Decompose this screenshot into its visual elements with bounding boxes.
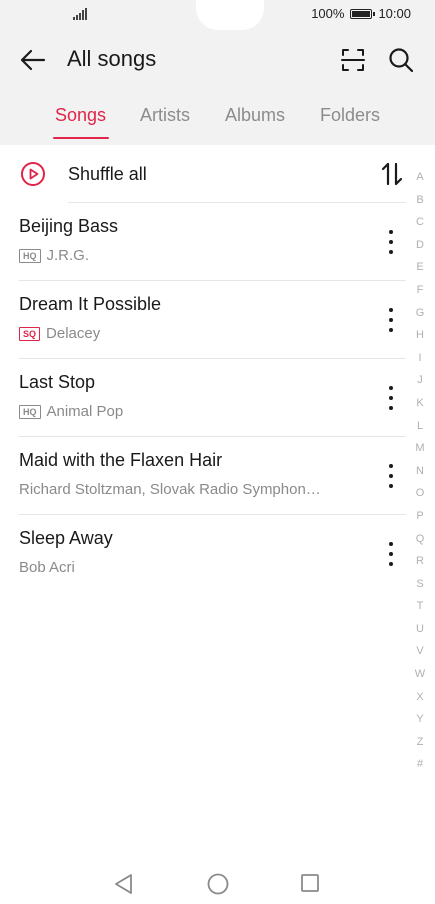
alphabet-index-letter[interactable]: O xyxy=(410,482,430,505)
alphabet-index-letter[interactable]: A xyxy=(410,166,430,189)
more-options-icon[interactable] xyxy=(382,227,400,257)
battery-percent: 100% xyxy=(311,6,345,21)
system-nav-bar xyxy=(0,858,435,904)
alphabet-index-letter[interactable]: Y xyxy=(410,708,430,731)
song-row[interactable]: Last Stop HQ Animal Pop xyxy=(0,359,410,436)
song-row[interactable]: Maid with the Flaxen Hair Richard Stoltz… xyxy=(0,437,410,514)
alphabet-index-letter[interactable]: P xyxy=(410,505,430,528)
app-bar: All songs Songs Artists Albums Folders xyxy=(0,30,435,145)
song-artist: Bob Acri xyxy=(19,559,75,576)
quality-badge: HQ xyxy=(19,248,41,263)
nav-home-icon[interactable] xyxy=(206,872,230,896)
more-options-icon[interactable] xyxy=(382,461,400,491)
song-title: Beijing Bass xyxy=(19,216,119,236)
clock: 10:00 xyxy=(378,6,411,21)
song-artist: Richard Stoltzman, Slovak Radio Symphon… xyxy=(19,481,321,498)
song-title: Maid with the Flaxen Hair xyxy=(19,450,223,470)
alphabet-index-letter[interactable]: N xyxy=(410,460,430,483)
alphabet-index-letter[interactable]: W xyxy=(410,663,430,686)
search-icon[interactable] xyxy=(386,45,416,75)
alphabet-index-letter[interactable]: # xyxy=(410,753,430,776)
tab-songs[interactable]: Songs xyxy=(55,105,106,126)
alphabet-index-letter[interactable]: C xyxy=(410,211,430,234)
shuffle-all-label: Shuffle all xyxy=(68,164,147,184)
alphabet-index-letter[interactable]: L xyxy=(410,415,430,438)
song-title: Sleep Away xyxy=(19,528,113,548)
song-row[interactable]: Sleep Away Bob Acri xyxy=(0,515,410,592)
nav-recents-icon[interactable] xyxy=(299,872,321,894)
camera-notch xyxy=(196,0,264,30)
more-options-icon[interactable] xyxy=(382,305,400,335)
alphabet-index[interactable]: A B C D E F G H I J K L M N O P Q R S T U V W X Y Z # xyxy=(410,166,430,776)
song-subtitle: HQ Animal Pop xyxy=(19,403,123,420)
tab-artists[interactable]: Artists xyxy=(140,105,190,126)
alphabet-index-letter[interactable]: R xyxy=(410,550,430,573)
song-artist: Delacey xyxy=(46,325,101,342)
song-row[interactable]: Dream It Possible SQ Delacey xyxy=(0,281,410,358)
alphabet-index-letter[interactable]: K xyxy=(410,392,430,415)
quality-badge: SQ xyxy=(19,326,41,341)
alphabet-index-letter[interactable]: B xyxy=(410,189,430,212)
alphabet-index-letter[interactable]: M xyxy=(410,437,430,460)
tab-albums[interactable]: Albums xyxy=(225,105,285,126)
alphabet-index-letter[interactable]: G xyxy=(410,302,430,325)
alphabet-index-letter[interactable]: Z xyxy=(410,731,430,754)
play-circle-icon xyxy=(21,162,45,186)
alphabet-index-letter[interactable]: T xyxy=(410,595,430,618)
song-title: Last Stop xyxy=(19,372,96,392)
quality-badge: HQ xyxy=(19,404,41,419)
alphabet-index-letter[interactable]: E xyxy=(410,256,430,279)
tab-bar: Songs Artists Albums Folders xyxy=(0,105,435,145)
alphabet-index-letter[interactable]: X xyxy=(410,686,430,709)
active-tab-indicator xyxy=(53,137,109,139)
page-title: All songs xyxy=(67,46,157,71)
song-artist: Animal Pop xyxy=(46,403,124,420)
back-arrow-icon[interactable] xyxy=(18,46,50,74)
song-artist: J.R.G. xyxy=(46,247,90,264)
song-subtitle: HQ J.R.G. xyxy=(19,247,89,264)
shuffle-all-row[interactable]: Shuffle all xyxy=(0,146,403,202)
alphabet-index-letter[interactable]: H xyxy=(410,324,430,347)
song-title: Dream It Possible xyxy=(19,294,162,314)
song-subtitle: Bob Acri xyxy=(19,559,75,576)
tab-folders[interactable]: Folders xyxy=(320,105,380,126)
song-row[interactable]: Beijing Bass HQ J.R.G. xyxy=(0,203,410,280)
signal-icon xyxy=(73,8,87,20)
alphabet-index-letter[interactable]: I xyxy=(410,347,430,370)
alphabet-index-letter[interactable]: U xyxy=(410,618,430,641)
status-right: 100% 10:00 xyxy=(311,6,411,21)
alphabet-index-letter[interactable]: J xyxy=(410,369,430,392)
alphabet-index-letter[interactable]: F xyxy=(410,279,430,302)
alphabet-index-letter[interactable]: D xyxy=(410,234,430,257)
battery-icon xyxy=(350,8,376,19)
status-bar: 100% 10:00 xyxy=(0,0,435,30)
more-options-icon[interactable] xyxy=(382,383,400,413)
scan-icon[interactable] xyxy=(338,45,368,75)
alphabet-index-letter[interactable]: S xyxy=(410,573,430,596)
song-subtitle: Richard Stoltzman, Slovak Radio Symphon… xyxy=(19,481,321,498)
alphabet-index-letter[interactable]: V xyxy=(410,640,430,663)
sort-icon[interactable] xyxy=(378,160,406,188)
song-subtitle: SQ Delacey xyxy=(19,325,100,342)
nav-back-icon[interactable] xyxy=(112,872,136,896)
alphabet-index-letter[interactable]: Q xyxy=(410,528,430,551)
more-options-icon[interactable] xyxy=(382,539,400,569)
